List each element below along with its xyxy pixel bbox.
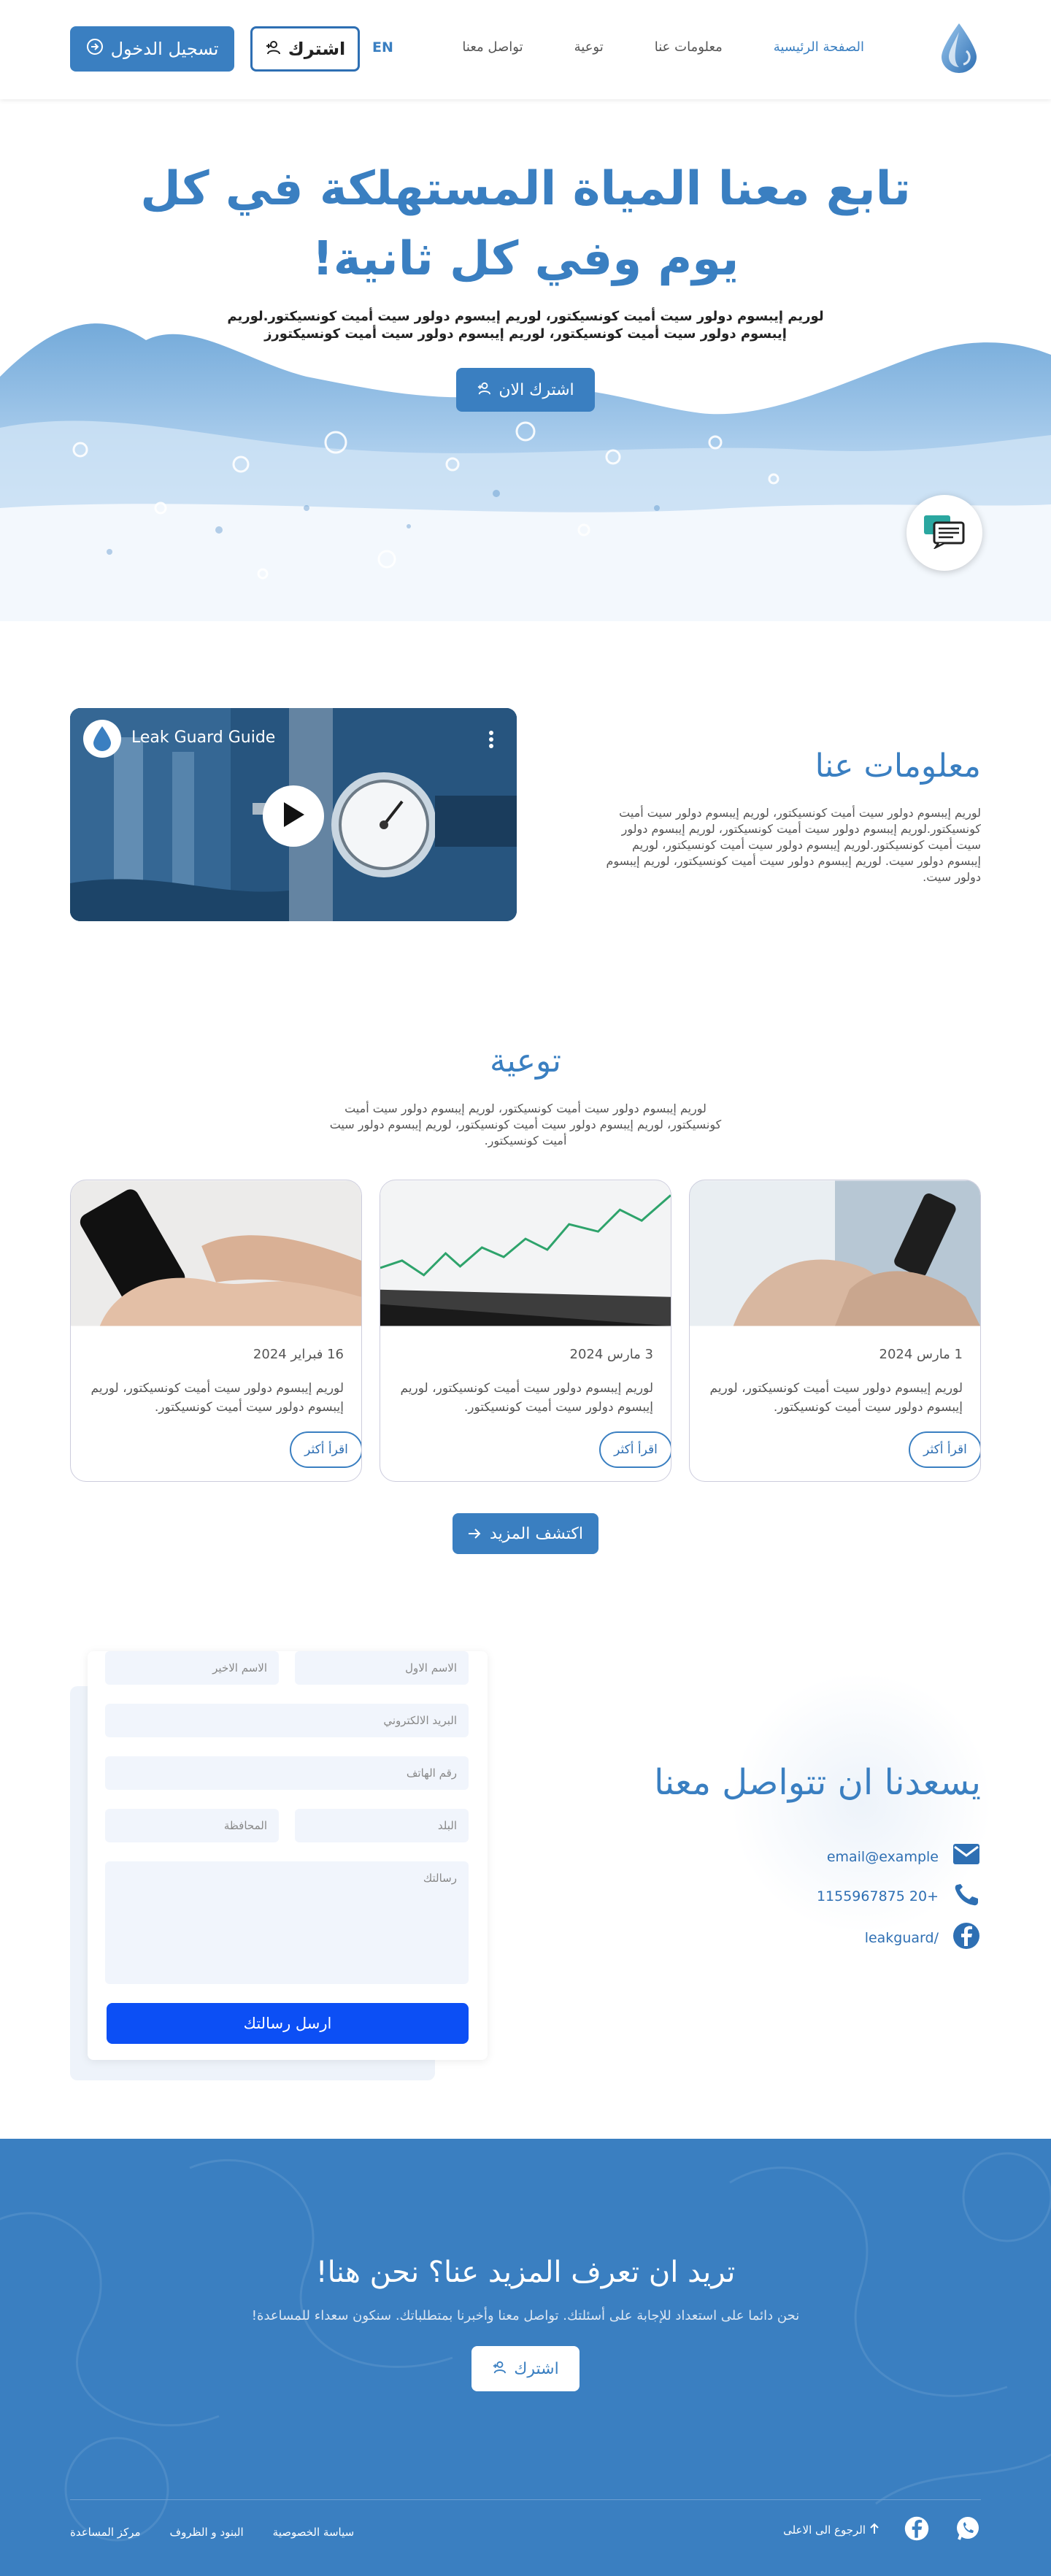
phone-icon <box>952 1882 981 1910</box>
play-button[interactable] <box>263 785 324 847</box>
card-date: 16 فبراير 2024 <box>253 1347 344 1362</box>
about-video[interactable]: Leak Guard Guide <box>70 708 517 921</box>
footer-link-privacy[interactable]: سياسة الخصوصية <box>273 2526 355 2539</box>
email-field[interactable]: البريد الالكتروني <box>105 1704 469 1737</box>
nav-awareness[interactable]: توعية <box>574 39 604 55</box>
user-plus-icon <box>477 381 491 399</box>
hero-title-line2: يوم وفي كل ثانية! <box>312 232 739 286</box>
main-nav: الصفحة الرئيسية معلومات عنا توعية تواصل … <box>411 39 864 55</box>
facebook-icon <box>952 1921 981 1954</box>
card-image-phone-hands <box>690 1180 980 1326</box>
footer-link-terms[interactable]: البنود و الظروف <box>170 2526 244 2539</box>
video-menu-icon[interactable] <box>489 730 493 749</box>
card-text: لوريم إيبسوم دولور سيت أميت كونسيكتور، ل… <box>91 1381 344 1415</box>
awareness-title: توعية <box>489 1042 562 1080</box>
read-more-button[interactable]: اقرأ أكثر <box>290 1431 361 1468</box>
back-to-top-label: الرجوع الى الاعلى <box>783 2523 866 2537</box>
contact-email[interactable]: email@example <box>827 1842 981 1871</box>
channel-avatar[interactable] <box>83 720 121 758</box>
video-title: Leak Guard Guide <box>131 728 276 747</box>
governorate-field[interactable]: المحافظة <box>105 1809 279 1842</box>
user-plus-icon <box>265 39 281 59</box>
footer-subscribe-button[interactable]: اشترك <box>471 2346 580 2391</box>
hero-description: لوريم إيبسوم دولور سيت أميت كونسيكتور، ل… <box>227 309 824 342</box>
contact-facebook[interactable]: /leakguard <box>865 1921 981 1954</box>
phone-field[interactable]: رقم الهاتف <box>105 1756 469 1790</box>
chat-bubbles-icon <box>923 514 966 552</box>
message-field[interactable]: رسالتك <box>105 1861 469 1984</box>
facebook-icon[interactable] <box>904 2515 930 2545</box>
login-label: تسجيل الدخول <box>110 39 219 59</box>
contact-phone-text: +20 1155967875 <box>816 1888 939 1904</box>
subscribe-label: اشترك <box>288 39 346 59</box>
arrow-up-icon <box>870 2523 879 2537</box>
contact-facebook-text: /leakguard <box>864 1929 939 1946</box>
footer-title: تريد ان تعرف المزيد عنا؟ نحن هنا! <box>315 2256 736 2289</box>
whatsapp-icon[interactable] <box>955 2515 981 2545</box>
arrow-right-icon <box>468 1525 481 1543</box>
country-field[interactable]: البلد <box>295 1809 469 1842</box>
site-header: الصفحة الرئيسية معلومات عنا توعية تواصل … <box>0 0 1051 99</box>
card-date: 1 مارس 2024 <box>879 1347 963 1362</box>
water-drop-logo-icon[interactable] <box>937 22 981 74</box>
send-message-button[interactable]: ارسل رسالتك <box>107 2003 469 2044</box>
footer-social: الرجوع الى الاعلى <box>783 2515 981 2545</box>
awareness-card[interactable]: 16 فبراير 2024 لوريم إيبسوم دولور سيت أم… <box>70 1180 362 1482</box>
awareness-card[interactable]: 3 مارس 2024 لوريم إيبسوم دولور سيت أميت … <box>380 1180 671 1482</box>
card-image-chart-screen <box>380 1180 671 1326</box>
nav-contact[interactable]: تواصل معنا <box>462 39 523 55</box>
nav-about[interactable]: معلومات عنا <box>655 39 723 55</box>
chat-button[interactable] <box>906 495 982 571</box>
site-footer: تريد ان تعرف المزيد عنا؟ نحن هنا! نحن دا… <box>0 2139 1051 2576</box>
awareness-description: لوريم إيبسوم دولور سيت أميت كونسيكتور، ل… <box>329 1101 722 1147</box>
contact-email-text: email@example <box>826 1848 939 1865</box>
read-more-button[interactable]: اقرأ أكثر <box>599 1431 671 1468</box>
footer-description: نحن دائما على استعداد للإجابة على أسئلتك… <box>251 2308 800 2323</box>
hero-title: تابع معنا المياة المستهلكة في كل يوم وفي… <box>0 154 1051 294</box>
awareness-card[interactable]: 1 مارس 2024 لوريم إيبسوم دولور سيت أميت … <box>689 1180 981 1482</box>
about-title: معلومات عنا <box>815 747 981 785</box>
nav-home[interactable]: الصفحة الرئيسية <box>774 39 864 55</box>
contact-form: الاسم الاول الاسم الاخير البريد الالكترو… <box>88 1651 488 2060</box>
contact-phone[interactable]: +20 1155967875 <box>817 1882 981 1910</box>
contact-email-icon <box>952 1842 981 1871</box>
user-plus-icon <box>492 2360 507 2378</box>
footer-link-help[interactable]: مركز المساعدة <box>70 2526 141 2539</box>
language-switch[interactable]: EN <box>372 39 393 55</box>
hero-subscribe-label: اشترك الان <box>498 380 574 399</box>
footer-subscribe-label: اشترك <box>514 2359 559 2378</box>
login-arrow-icon <box>86 38 104 60</box>
header-subscribe-button[interactable]: اشترك <box>250 26 360 72</box>
footer-divider <box>70 2499 981 2500</box>
page: الصفحة الرئيسية معلومات عنا توعية تواصل … <box>0 0 1051 2576</box>
explore-more-button[interactable]: اكتشف المزيد <box>453 1513 598 1554</box>
card-text: لوريم إيبسوم دولور سيت أميت كونسيكتور، ل… <box>400 1381 653 1415</box>
first-name-field[interactable]: الاسم الاول <box>295 1651 469 1685</box>
read-more-button[interactable]: اقرأ أكثر <box>909 1431 980 1468</box>
explore-label: اكتشف المزيد <box>490 1524 583 1543</box>
about-description: لوريم إيبسوم دولور سيت أميت كونسيكتور، ل… <box>606 806 981 884</box>
play-icon <box>281 801 306 831</box>
footer-links: مركز المساعدة البنود و الظروف سياسة الخص… <box>70 2526 354 2539</box>
card-text: لوريم إيبسوم دولور سيت أميت كونسيكتور، ل… <box>709 1381 963 1415</box>
hero-subscribe-button[interactable]: اشترك الان <box>456 368 595 412</box>
hero-title-line1: تابع معنا المياة المستهلكة في كل <box>140 162 911 216</box>
login-button[interactable]: تسجيل الدخول <box>70 26 234 72</box>
hero-section: تابع معنا المياة المستهلكة في كل يوم وفي… <box>0 99 1051 621</box>
back-to-top-link[interactable]: الرجوع الى الاعلى <box>783 2523 879 2537</box>
card-date: 3 مارس 2024 <box>569 1347 654 1362</box>
last-name-field[interactable]: الاسم الاخير <box>105 1651 279 1685</box>
contact-title: يسعدنا ان تتواصل معنا <box>654 1762 981 1803</box>
card-image-typing-phone <box>71 1180 361 1326</box>
